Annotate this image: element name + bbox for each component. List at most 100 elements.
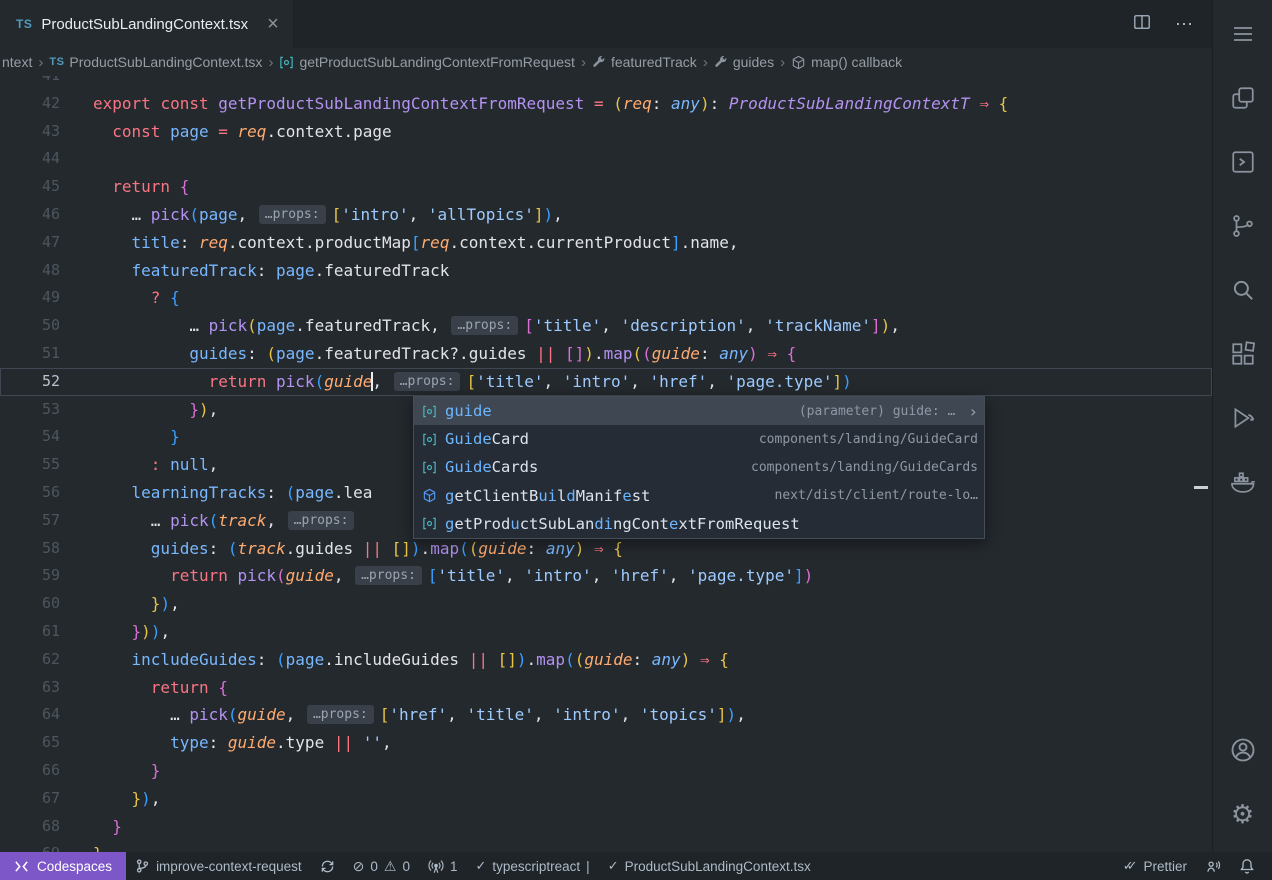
code-token: learningTracks	[132, 483, 267, 502]
panel-icon[interactable]	[1213, 136, 1272, 188]
ports-button[interactable]: 1	[419, 852, 467, 880]
code-token: ]	[671, 233, 681, 252]
breadcrumb-item[interactable]: map() callback	[791, 54, 902, 70]
code-token	[93, 400, 189, 419]
extensions-icon[interactable]	[1213, 328, 1272, 380]
docker-icon[interactable]	[1213, 456, 1272, 508]
code-line[interactable]: 44	[0, 145, 1212, 173]
code-line[interactable]: 62 includeGuides: (page.includeGuides ||…	[0, 646, 1212, 674]
code-line[interactable]: 43 const page = req.context.page	[0, 118, 1212, 146]
code-token: pick	[238, 566, 277, 585]
wrench-icon	[592, 55, 606, 69]
expand-docs-icon[interactable]: ›	[968, 402, 978, 421]
run-debug-icon[interactable]	[1213, 392, 1272, 444]
code-token: .	[527, 650, 537, 669]
code-token: pick	[189, 705, 228, 724]
code-text: guides: (page.featuredTrack?.guides || […	[93, 340, 796, 368]
code-line[interactable]: 45 return {	[0, 173, 1212, 201]
code-token: 'trackName'	[765, 316, 871, 335]
code-token	[93, 455, 151, 474]
code-line[interactable]: 46 … pick(page, …props:['intro', 'allTop…	[0, 201, 1212, 229]
line-number: 41	[0, 76, 60, 90]
code-line[interactable]: 41	[0, 76, 1212, 90]
breadcrumb-item[interactable]: featuredTrack	[592, 54, 697, 70]
code-line[interactable]: 69}	[0, 840, 1212, 852]
code-token	[93, 622, 132, 641]
code-token	[93, 566, 170, 585]
suggestion-item[interactable]: getClientBuildManifestnext/dist/client/r…	[414, 482, 984, 510]
code-text: … pick(guide, …props:['href', 'title', '…	[93, 701, 746, 729]
scrollbar-thumb[interactable]	[1194, 486, 1208, 489]
breadcrumb-item[interactable]: getProductSubLandingContextFromRequest	[279, 54, 575, 70]
code-line[interactable]: 60 }),	[0, 590, 1212, 618]
code-line[interactable]: 42export const getProductSubLandingConte…	[0, 90, 1212, 118]
search-icon[interactable]	[1213, 264, 1272, 316]
line-number: 59	[0, 562, 60, 590]
code-line[interactable]: 50 … pick(page.featuredTrack, …props:['t…	[0, 312, 1212, 340]
settings-gear-icon[interactable]: ⚙	[1213, 788, 1272, 840]
code-text: ? {	[93, 284, 180, 312]
code-line[interactable]: 47 title: req.context.productMap[req.con…	[0, 229, 1212, 257]
code-token: (	[565, 650, 575, 669]
code-editor[interactable]: 4142export const getProductSubLandingCon…	[0, 76, 1212, 852]
code-token: .featuredTrack	[315, 261, 450, 280]
code-token: }	[112, 817, 122, 836]
line-number: 52	[0, 368, 60, 396]
code-token	[93, 177, 112, 196]
notifications-bell-icon[interactable]	[1230, 852, 1264, 880]
files-icon[interactable]	[1213, 72, 1272, 124]
code-text: })),	[93, 618, 170, 646]
suggestion-item[interactable]: GuideCardcomponents/landing/GuideCard	[414, 425, 984, 453]
code-token	[584, 539, 594, 558]
code-token	[93, 733, 170, 752]
more-actions-icon[interactable]: ⋯	[1175, 14, 1194, 35]
editor-tab[interactable]: TS ProductSubLandingContext.tsx ×	[0, 0, 294, 48]
menu-icon[interactable]	[1213, 8, 1272, 60]
code-line[interactable]: 48 featuredTrack: page.featuredTrack	[0, 257, 1212, 285]
git-branch-button[interactable]: improve-context-request	[126, 852, 311, 880]
close-icon[interactable]: ×	[267, 14, 279, 34]
code-token: req	[623, 94, 652, 113]
suggestion-item[interactable]: guide(parameter) guide: …›	[414, 397, 984, 425]
breadcrumb-item[interactable]: guides	[714, 54, 774, 70]
suggestion-item[interactable]: GuideCardscomponents/landing/GuideCards	[414, 453, 984, 481]
split-editor-icon[interactable]	[1133, 13, 1151, 36]
code-line[interactable]: 63 return {	[0, 674, 1212, 702]
account-icon[interactable]	[1213, 724, 1272, 776]
suggestion-item[interactable]: getProductSubLandingContextFromRequest	[414, 510, 984, 538]
code-line[interactable]: 64 … pick(guide, …props:['href', 'title'…	[0, 701, 1212, 729]
live-share-icon[interactable]	[1196, 852, 1230, 880]
code-text: }	[93, 423, 180, 451]
source-control-icon[interactable]	[1213, 200, 1272, 252]
code-token: ,	[553, 205, 563, 224]
breadcrumb-item[interactable]: TSProductSubLandingContext.tsx	[49, 54, 262, 70]
problems-button[interactable]: ⊘ 0 ⚠ 0	[344, 852, 419, 880]
code-line[interactable]: 51 guides: (page.featuredTrack?.guides |…	[0, 340, 1212, 368]
code-line[interactable]: 65 type: guide.type || '',	[0, 729, 1212, 757]
code-line[interactable]: 67 }),	[0, 785, 1212, 813]
code-token: guide	[286, 566, 334, 585]
code-line[interactable]: 66 }	[0, 757, 1212, 785]
code-token: )	[881, 316, 891, 335]
codespaces-remote-button[interactable]: Codespaces	[0, 852, 126, 880]
code-line[interactable]: 59 return pick(guide, …props:['title', '…	[0, 562, 1212, 590]
prettier-button[interactable]: ✓✓ Prettier	[1114, 852, 1196, 880]
code-token: [	[380, 705, 390, 724]
breadcrumb-label: getProductSubLandingContextFromRequest	[299, 54, 575, 70]
code-line[interactable]: 52 return pick(guide, …props:['title', '…	[0, 368, 1212, 396]
language-mode-button[interactable]: ✓ typescriptreact |	[466, 852, 598, 880]
code-token: [	[428, 566, 438, 585]
code-token: 'intro'	[341, 205, 408, 224]
suggestion-detail: next/dist/client/route-lo…	[775, 488, 979, 503]
code-token: )	[575, 539, 585, 558]
code-line[interactable]: 68 }	[0, 813, 1212, 841]
code-line[interactable]: 49 ? {	[0, 284, 1212, 312]
suggestion-label: GuideCard	[445, 430, 529, 448]
code-token: (	[276, 566, 286, 585]
double-check-icon: ✓✓	[1123, 858, 1138, 874]
code-line[interactable]: 61 })),	[0, 618, 1212, 646]
code-token: 'topics'	[640, 705, 717, 724]
breadcrumb-item[interactable]: ntext	[2, 54, 32, 70]
sync-button[interactable]	[311, 852, 344, 880]
file-status-button[interactable]: ✓ ProductSubLandingContext.tsx	[599, 852, 820, 880]
